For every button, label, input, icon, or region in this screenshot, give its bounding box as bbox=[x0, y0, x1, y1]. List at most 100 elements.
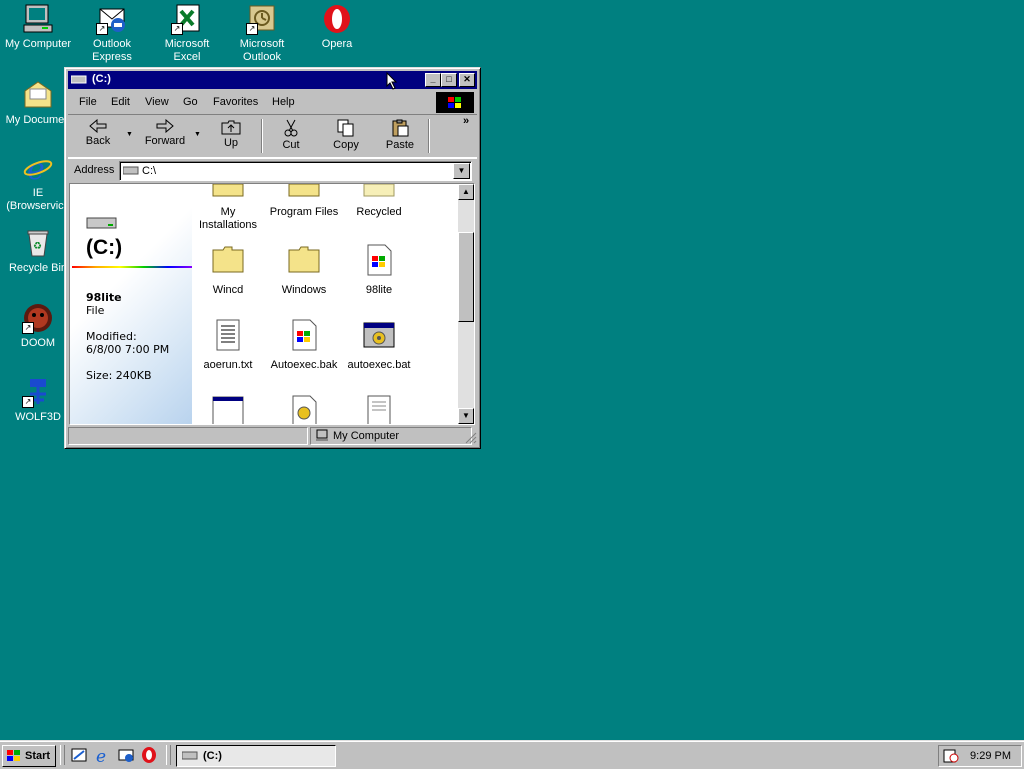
cut-button[interactable]: Cut bbox=[276, 119, 306, 151]
svg-text:e: e bbox=[96, 747, 106, 764]
menu-bar: File Edit View Go Favorites Help bbox=[68, 91, 477, 113]
file-item[interactable] bbox=[189, 395, 267, 424]
text-file-icon bbox=[367, 395, 391, 424]
folder-icon bbox=[212, 246, 244, 273]
clock[interactable]: 9:29 PM bbox=[970, 750, 1011, 762]
show-desktop-icon[interactable] bbox=[70, 746, 88, 764]
toolbar-separator bbox=[261, 119, 263, 153]
file-item[interactable] bbox=[340, 395, 418, 424]
scissors-icon bbox=[284, 119, 298, 137]
address-input[interactable]: C:\ ▼ bbox=[119, 161, 472, 181]
file-size: Size: 240KB bbox=[86, 369, 152, 382]
desktop-icon-label: Outlook Express bbox=[92, 38, 132, 63]
outlook-express-icon[interactable] bbox=[117, 746, 135, 764]
desktop-icon-opera[interactable]: Opera bbox=[299, 3, 375, 51]
desktop-icon-microsoft-excel[interactable]: ↗ Microsoft Excel bbox=[149, 3, 225, 64]
outlook-express-icon: ↗ bbox=[96, 3, 128, 35]
taskbar: Start e (C:) 9:29 PM bbox=[0, 740, 1024, 769]
vertical-scrollbar[interactable]: ▲ ▼ bbox=[458, 184, 474, 424]
start-button[interactable]: Start bbox=[2, 745, 56, 767]
file-label: autoexec.bat bbox=[347, 359, 411, 371]
title-bar[interactable]: (C:) _ □ ✕ bbox=[68, 71, 477, 89]
explorer-window[interactable]: (C:) _ □ ✕ File Edit View Go Favorites H… bbox=[64, 67, 481, 449]
forward-label: Forward bbox=[144, 135, 186, 147]
desktop-icon-label: Opera bbox=[321, 38, 353, 50]
menu-go[interactable]: Go bbox=[183, 96, 198, 108]
file-item[interactable]: aoerun.txt bbox=[189, 319, 267, 372]
desktop-icon-label: Microsoft Excel bbox=[164, 38, 210, 63]
back-button[interactable]: Back bbox=[82, 119, 114, 147]
address-dropdown-button[interactable]: ▼ bbox=[453, 163, 470, 179]
web-view-info-pane: (C:) 98lite File Modified: 6/8/00 7:00 P… bbox=[70, 184, 192, 424]
file-item[interactable]: Recycled bbox=[340, 184, 418, 219]
status-location: My Computer bbox=[333, 430, 400, 442]
svg-text:♻: ♻ bbox=[33, 241, 42, 252]
drive-icon bbox=[71, 75, 87, 84]
copy-button[interactable]: Copy bbox=[330, 119, 362, 151]
file-item[interactable]: My Installations bbox=[189, 184, 267, 232]
start-label: Start bbox=[25, 750, 51, 762]
status-panel-main bbox=[68, 427, 308, 445]
outlook-icon: ↗ bbox=[246, 3, 278, 35]
doom-icon: ↗ bbox=[22, 302, 54, 334]
file-item[interactable]: Program Files bbox=[265, 184, 343, 219]
address-bar: Address C:\ ▼ bbox=[68, 158, 477, 183]
folder-icon bbox=[288, 246, 320, 273]
desktop-icon-outlook-express[interactable]: ↗ Outlook Express bbox=[74, 3, 150, 64]
opera-icon bbox=[321, 3, 353, 35]
menu-file[interactable]: File bbox=[79, 96, 97, 108]
file-label: Autoexec.bak bbox=[270, 359, 338, 371]
wolf3d-icon: ↗ bbox=[22, 376, 54, 408]
opera-icon[interactable] bbox=[140, 746, 158, 764]
rainbow-divider bbox=[72, 266, 192, 268]
maximize-button[interactable]: □ bbox=[441, 73, 457, 87]
folder-icon bbox=[212, 184, 244, 197]
up-button[interactable]: Up bbox=[216, 119, 246, 149]
desktop-icon-my-computer[interactable]: My Computer bbox=[0, 3, 76, 51]
file-item[interactable]: autoexec.bat bbox=[340, 319, 418, 372]
forward-dropdown-icon[interactable]: ▼ bbox=[194, 131, 201, 138]
file-item[interactable] bbox=[265, 395, 343, 424]
menu-edit[interactable]: Edit bbox=[111, 96, 130, 108]
menu-help[interactable]: Help bbox=[272, 96, 295, 108]
batch-file-icon bbox=[363, 322, 395, 348]
scheduler-icon[interactable] bbox=[943, 748, 959, 764]
back-label: Back bbox=[85, 135, 111, 147]
shortcut-arrow-icon: ↗ bbox=[246, 23, 258, 35]
file-label: Program Files bbox=[269, 206, 339, 218]
cut-label: Cut bbox=[282, 139, 300, 151]
resize-grip-icon[interactable] bbox=[465, 432, 477, 444]
file-item[interactable]: Windows bbox=[265, 244, 343, 297]
back-dropdown-icon[interactable]: ▼ bbox=[126, 131, 133, 138]
folder-view[interactable]: (C:) 98lite File Modified: 6/8/00 7:00 P… bbox=[69, 183, 475, 425]
file-label: 98lite bbox=[365, 284, 393, 296]
file-item[interactable]: Wincd bbox=[189, 244, 267, 297]
menu-view[interactable]: View bbox=[145, 96, 169, 108]
drive-icon bbox=[123, 166, 139, 175]
internet-explorer-icon[interactable]: e bbox=[94, 746, 112, 764]
file-label: Wincd bbox=[212, 284, 244, 296]
scroll-up-button[interactable]: ▲ bbox=[458, 184, 474, 200]
taskbar-separator bbox=[60, 745, 65, 765]
recycle-bin-icon: ♻ bbox=[22, 227, 54, 259]
drive-icon bbox=[86, 217, 117, 229]
toolbar-more-icon[interactable]: » bbox=[463, 115, 469, 127]
file-item[interactable]: 98lite bbox=[340, 244, 418, 297]
scroll-thumb[interactable] bbox=[458, 232, 474, 322]
menu-favorites[interactable]: Favorites bbox=[213, 96, 258, 108]
scroll-down-button[interactable]: ▼ bbox=[458, 408, 474, 424]
close-button[interactable]: ✕ bbox=[459, 73, 475, 87]
paste-button[interactable]: Paste bbox=[383, 119, 417, 151]
address-value: C:\ bbox=[142, 165, 157, 177]
desktop-icon-microsoft-outlook[interactable]: ↗ Microsoft Outlook bbox=[224, 3, 300, 64]
windows-app-icon bbox=[292, 319, 317, 351]
modified-value: 6/8/00 7:00 PM bbox=[86, 343, 170, 356]
taskbar-button-c-drive[interactable]: (C:) bbox=[176, 745, 336, 767]
forward-button[interactable]: Forward bbox=[142, 119, 188, 147]
recycle-folder-icon bbox=[363, 184, 395, 197]
minimize-button[interactable]: _ bbox=[425, 73, 441, 87]
svg-text:e: e bbox=[27, 152, 45, 184]
file-item[interactable]: Autoexec.bak bbox=[265, 319, 343, 372]
window-title: (C:) bbox=[92, 73, 111, 85]
drive-icon bbox=[182, 751, 198, 760]
